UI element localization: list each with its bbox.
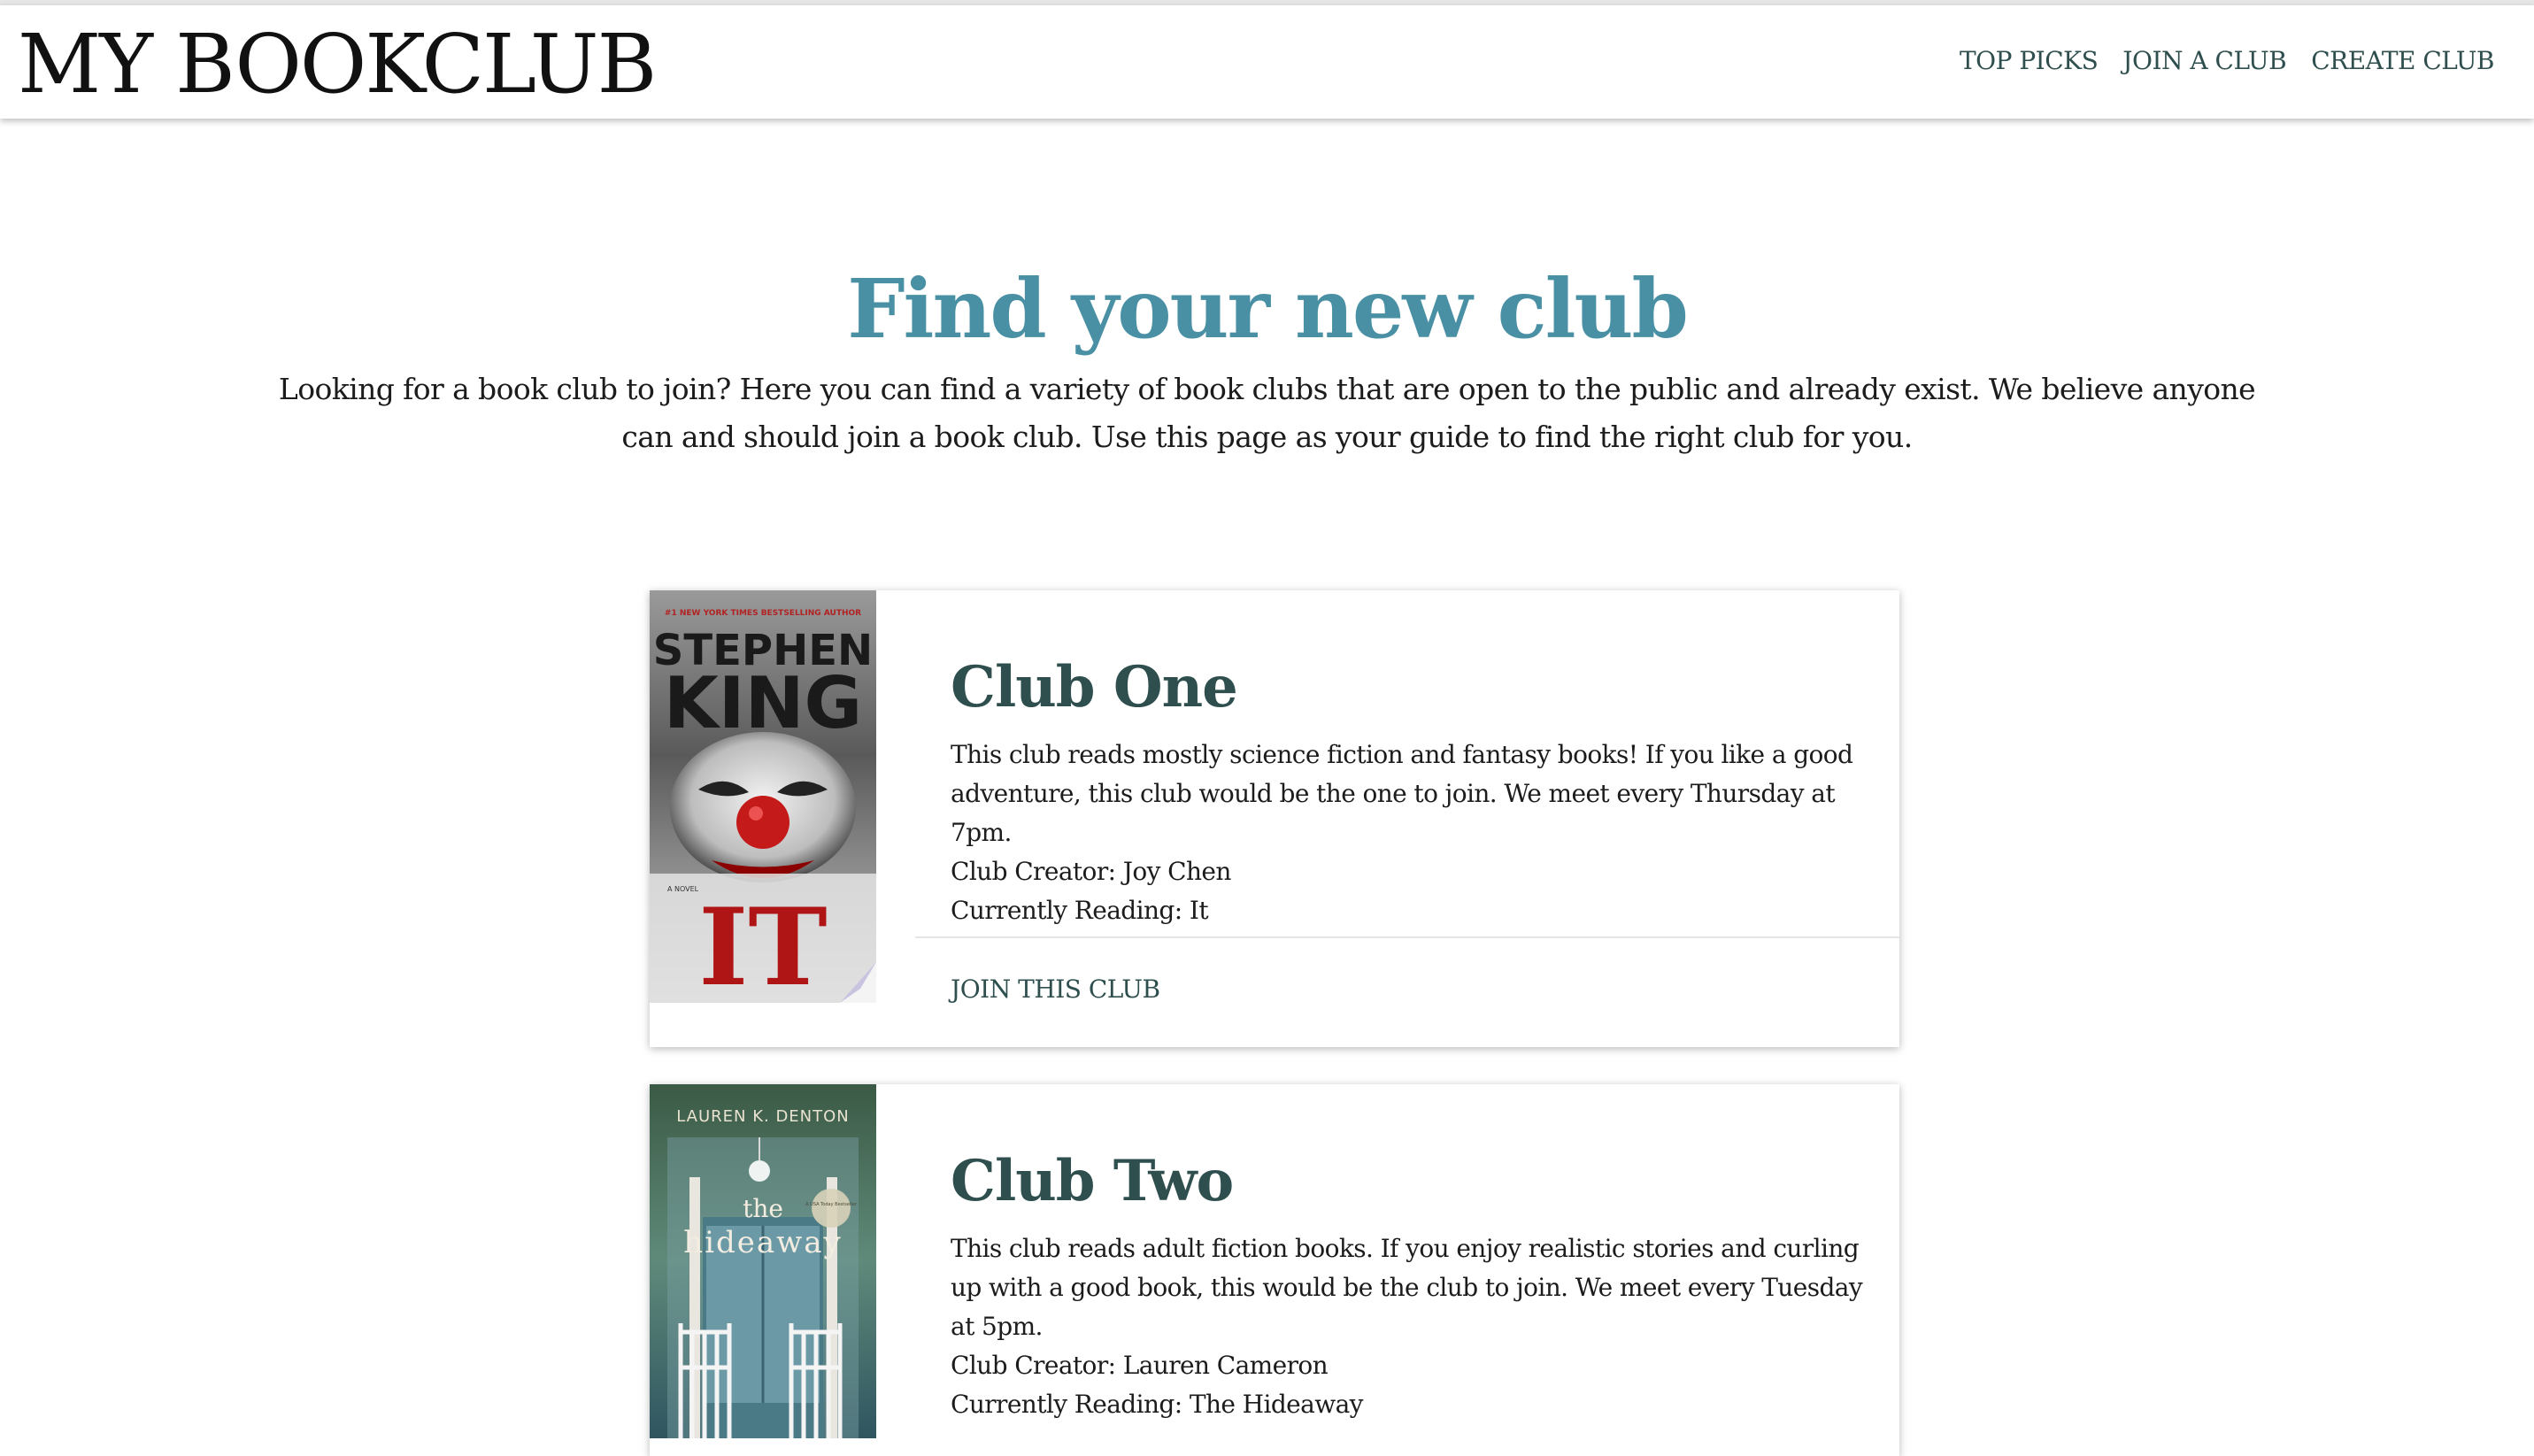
- cover-tagline: #1 NEW YORK TIMES BESTSELLING AUTHOR: [665, 609, 861, 618]
- cover-book-title: IT: [698, 885, 827, 1003]
- club-title: Club One: [951, 654, 1238, 720]
- club-creator: Club Creator: Joy Chen: [951, 857, 1231, 886]
- card-divider: [915, 936, 1899, 938]
- club-card: LAUREN K. DENTON A USA Today Bestseller …: [650, 1084, 1899, 1456]
- cover-title-big: hideaway: [683, 1225, 843, 1260]
- page-intro: Looking for a book club to join? Here yo…: [278, 372, 2256, 454]
- cover-title-small: the: [743, 1194, 783, 1223]
- nav-links: TOP PICKS JOIN A CLUB CREATE CLUB: [1960, 46, 2495, 75]
- cover-badge: A USA Today Bestseller: [805, 1202, 858, 1207]
- join-club-button[interactable]: JOIN THIS CLUB: [951, 975, 1160, 1004]
- navbar: MY BOOKCLUB TOP PICKS JOIN A CLUB CREATE…: [0, 5, 2534, 119]
- club-description: This club reads adult fiction books. If …: [951, 1234, 1863, 1341]
- club-creator: Club Creator: Lauren Cameron: [951, 1351, 1329, 1380]
- club-description: This club reads mostly science fiction a…: [951, 740, 1853, 847]
- club-card-body: Club Two This club reads adult fiction b…: [951, 1146, 1871, 1424]
- nav-link-create-club[interactable]: CREATE CLUB: [2311, 46, 2494, 75]
- book-cover-it: #1 NEW YORK TIMES BESTSELLING AUTHOR STE…: [650, 590, 876, 1003]
- brand-logo[interactable]: MY BOOKCLUB: [18, 16, 657, 113]
- cover-author: LAUREN K. DENTON: [676, 1107, 850, 1126]
- club-title: Club Two: [951, 1148, 1234, 1214]
- nav-link-join-a-club[interactable]: JOIN A CLUB: [2122, 46, 2286, 75]
- club-current-book: Currently Reading: The Hideaway: [951, 1390, 1363, 1419]
- club-current-book: Currently Reading: It: [951, 896, 1209, 925]
- page-title: Find your new club: [847, 260, 1689, 357]
- cover-subtitle: A NOVEL: [667, 885, 699, 893]
- book-cover-hideaway: LAUREN K. DENTON A USA Today Bestseller …: [650, 1084, 876, 1438]
- club-card: #1 NEW YORK TIMES BESTSELLING AUTHOR STE…: [650, 590, 1899, 1047]
- club-card-body: Club One This club reads mostly science …: [951, 652, 1871, 930]
- nav-link-top-picks[interactable]: TOP PICKS: [1960, 46, 2099, 75]
